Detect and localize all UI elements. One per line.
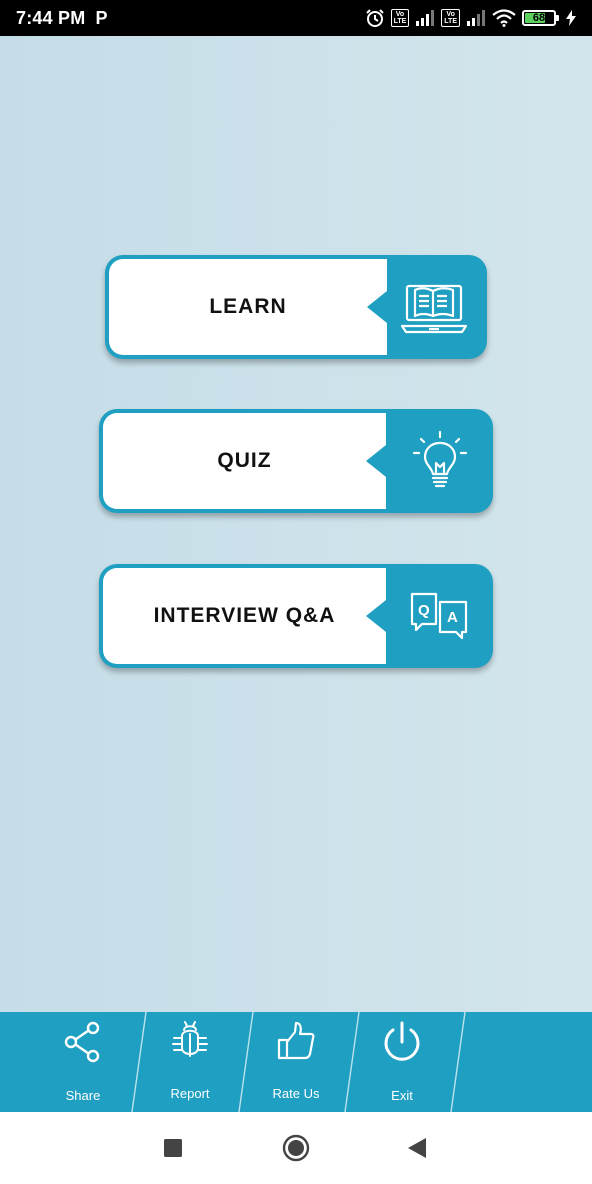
volte-badge-2: Vo LTE [441, 9, 460, 27]
report-button[interactable]: Report [137, 1012, 243, 1112]
exit-label: Exit [391, 1088, 413, 1103]
power-icon [384, 1021, 420, 1061]
share-label: Share [65, 1088, 101, 1103]
main-content: LEARN QUIZ INTERVIEW Q&A Q A [0, 36, 592, 1012]
svg-text:A: A [447, 609, 458, 626]
status-icons: Vo LTE Vo LTE 68 [365, 8, 576, 28]
status-time: 7:44 PM [16, 7, 86, 28]
learn-button[interactable]: LEARN [105, 255, 487, 359]
wifi-icon [492, 9, 516, 27]
app-indicator-icon: P [95, 7, 108, 28]
volte-badge-1: Vo LTE [390, 9, 410, 27]
charging-icon [566, 10, 576, 26]
quiz-button[interactable]: QUIZ [99, 409, 493, 513]
quiz-card-body: QUIZ [103, 413, 386, 509]
bottom-action-bar: Share Report Rate Us Exit [0, 1012, 592, 1112]
signal-icon-1 [416, 10, 435, 26]
battery-level: 68 [532, 12, 546, 24]
back-icon[interactable] [408, 1138, 426, 1158]
report-label: Report [170, 1086, 210, 1101]
recents-icon[interactable] [164, 1139, 182, 1157]
rate-us-label: Rate Us [272, 1086, 320, 1101]
quiz-label: QUIZ [217, 449, 272, 472]
home-icon[interactable] [282, 1134, 310, 1162]
interview-qa-card-body: INTERVIEW Q&A [103, 568, 386, 664]
status-bar: 7:44 PM P Vo LTE Vo LTE 68 [0, 0, 592, 36]
share-button[interactable]: Share [30, 1012, 136, 1112]
svg-text:Q: Q [418, 602, 430, 619]
lightbulb-icon [412, 431, 468, 488]
bug-icon [172, 1021, 208, 1057]
rate-us-button[interactable]: Rate Us [243, 1012, 349, 1112]
system-nav-bar [0, 1112, 592, 1184]
interview-qa-button[interactable]: INTERVIEW Q&A Q A [99, 564, 493, 668]
alarm-icon [365, 9, 384, 27]
battery-icon: 68 [522, 10, 559, 26]
thumbs-up-icon [277, 1021, 315, 1060]
share-icon [64, 1021, 100, 1063]
interview-qa-label: INTERVIEW Q&A [153, 604, 336, 627]
learn-card-body: LEARN [109, 259, 387, 355]
book-laptop-icon [401, 284, 467, 334]
signal-icon-2 [467, 10, 485, 26]
qa-icon: Q A [410, 592, 468, 640]
learn-label: LEARN [209, 295, 287, 318]
exit-button[interactable]: Exit [349, 1012, 455, 1112]
